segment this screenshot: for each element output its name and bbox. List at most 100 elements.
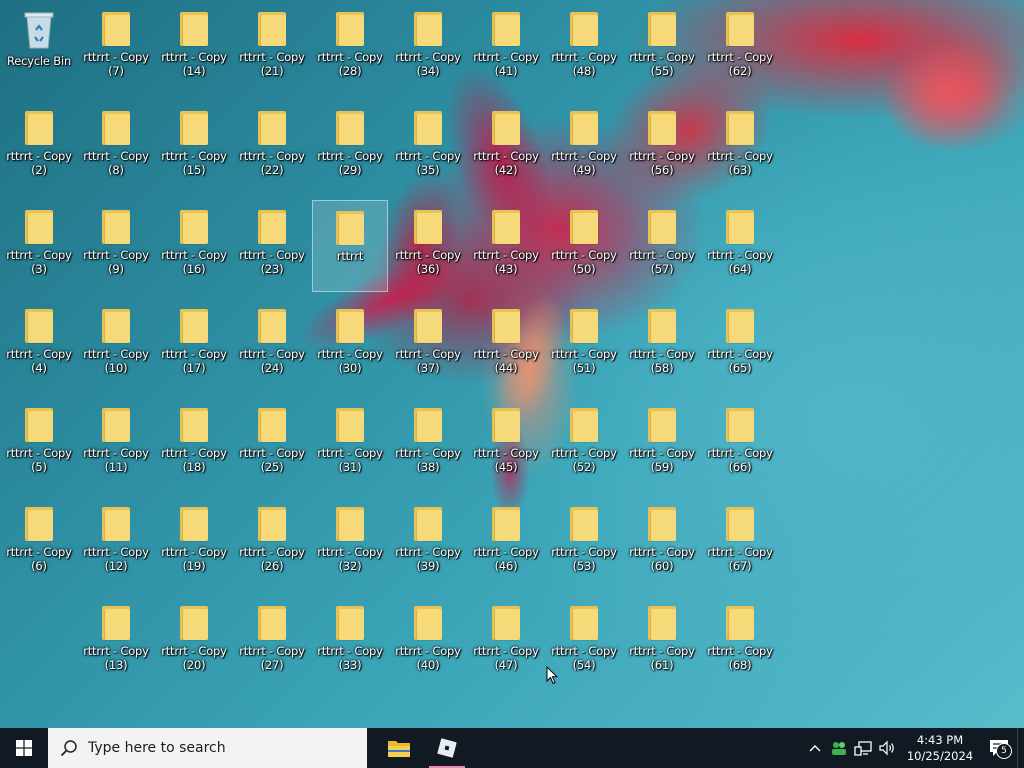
folder-icon xyxy=(414,507,442,541)
desktop-folder-item[interactable]: rttrrt - Copy (53) xyxy=(546,497,622,589)
taskbar-clock[interactable]: 4:43 PM 10/25/2024 xyxy=(905,732,975,764)
desktop-folder-item[interactable]: rttrrt - Copy (10) xyxy=(78,299,154,391)
folder-icon xyxy=(25,111,53,145)
desktop-folder-item[interactable]: rttrrt - Copy (13) xyxy=(78,596,154,688)
desktop-folder-item[interactable]: rttrrt - Copy (55) xyxy=(624,2,700,94)
desktop-folder-item[interactable]: rttrrt - Copy (16) xyxy=(156,200,232,292)
folder-icon xyxy=(414,408,442,442)
start-button[interactable] xyxy=(0,728,48,768)
taskbar-app-file-explorer[interactable] xyxy=(375,728,423,768)
desktop-folder-item[interactable]: rttrrt - Copy (34) xyxy=(390,2,466,94)
desktop-folder-item[interactable]: rttrrt - Copy (47) xyxy=(468,596,544,688)
desktop-folder-item[interactable]: rttrrt - Copy (42) xyxy=(468,101,544,193)
folder-icon xyxy=(258,408,286,442)
desktop-folder-item[interactable]: rttrrt - Copy (64) xyxy=(702,200,778,292)
desktop-folder-item[interactable]: rttrrt - Copy (31) xyxy=(312,398,388,490)
desktop-folder-item[interactable]: rttrrt - Copy (61) xyxy=(624,596,700,688)
desktop-folder-item[interactable]: rttrrt - Copy (60) xyxy=(624,497,700,589)
folder-label: rttrrt - Copy (24) xyxy=(239,347,305,375)
desktop-folder-item[interactable]: rttrrt - Copy (51) xyxy=(546,299,622,391)
folder-label: rttrrt - Copy (28) xyxy=(317,50,383,78)
folder-label: rttrrt - Copy (34) xyxy=(395,50,461,78)
desktop-folder-item[interactable]: rttrrt - Copy (28) xyxy=(312,2,388,94)
desktop[interactable]: Recycle Bin rttrrt - Copy (2) rttrrt - Co… xyxy=(0,0,1024,728)
desktop-folder-item[interactable]: rttrrt - Copy (52) xyxy=(546,398,622,490)
desktop-folder-item[interactable]: rttrrt - Copy (45) xyxy=(468,398,544,490)
desktop-folder-item[interactable]: rttrrt - Copy (58) xyxy=(624,299,700,391)
desktop-folder-item[interactable]: rttrrt - Copy (62) xyxy=(702,2,778,94)
taskbar-search-box[interactable]: Type here to search xyxy=(48,728,367,768)
desktop-folder-item[interactable]: rttrrt - Copy (12) xyxy=(78,497,154,589)
desktop-folder-item[interactable]: rttrrt - Copy (41) xyxy=(468,2,544,94)
desktop-folder-item[interactable]: rttrrt - Copy (57) xyxy=(624,200,700,292)
tray-people-icon-button[interactable] xyxy=(827,728,851,768)
desktop-folder-item[interactable]: rttrrt - Copy (35) xyxy=(390,101,466,193)
desktop-folder-item[interactable]: rttrrt - Copy (39) xyxy=(390,497,466,589)
desktop-folder-item[interactable]: rttrrt - Copy (50) xyxy=(546,200,622,292)
desktop-folder-item[interactable]: rttrrt - Copy (44) xyxy=(468,299,544,391)
desktop-folder-item[interactable]: rttrrt - Copy (67) xyxy=(702,497,778,589)
desktop-folder-item[interactable]: rttrrt - Copy (37) xyxy=(390,299,466,391)
desktop-folder-item[interactable]: rttrrt - Copy (59) xyxy=(624,398,700,490)
desktop-folder-item[interactable]: rttrrt - Copy (18) xyxy=(156,398,232,490)
desktop-folder-item[interactable]: rttrrt - Copy (30) xyxy=(312,299,388,391)
desktop-folder-item[interactable]: rttrrt - Copy (6) xyxy=(1,497,77,589)
action-center-button[interactable]: 5 xyxy=(981,728,1017,768)
desktop-folder-item[interactable]: rttrrt - Copy (49) xyxy=(546,101,622,193)
taskbar-app-roblox[interactable] xyxy=(423,728,471,768)
desktop-folder-item[interactable]: rttrrt - Copy (32) xyxy=(312,497,388,589)
desktop-folder-item[interactable]: rttrrt - Copy (43) xyxy=(468,200,544,292)
folder-icon xyxy=(414,111,442,145)
desktop-folder-item[interactable]: rttrrt - Copy (24) xyxy=(234,299,310,391)
desktop-folder-item[interactable]: rttrrt - Copy (65) xyxy=(702,299,778,391)
desktop-folder-item[interactable]: rttrrt - Copy (63) xyxy=(702,101,778,193)
desktop-folder-item[interactable]: rttrrt - Copy (15) xyxy=(156,101,232,193)
desktop-folder-item[interactable]: rttrrt - Copy (21) xyxy=(234,2,310,94)
desktop-folder-item[interactable]: rttrrt xyxy=(312,200,388,292)
desktop-folder-item[interactable]: rttrrt - Copy (27) xyxy=(234,596,310,688)
folder-label: rttrrt - Copy (35) xyxy=(395,149,461,177)
desktop-folder-item[interactable]: rttrrt - Copy (54) xyxy=(546,596,622,688)
desktop-folder-item[interactable]: rttrrt - Copy (66) xyxy=(702,398,778,490)
desktop-folder-item[interactable]: rttrrt - Copy (8) xyxy=(78,101,154,193)
desktop-folder-item[interactable]: rttrrt - Copy (33) xyxy=(312,596,388,688)
desktop-folder-item[interactable]: rttrrt - Copy (3) xyxy=(1,200,77,292)
folder-label: rttrrt - Copy (55) xyxy=(629,50,695,78)
desktop-folder-item[interactable]: rttrrt - Copy (26) xyxy=(234,497,310,589)
desktop-folder-item[interactable]: rttrrt - Copy (22) xyxy=(234,101,310,193)
desktop-folder-item[interactable]: rttrrt - Copy (14) xyxy=(156,2,232,94)
desktop-folder-item[interactable]: rttrrt - Copy (5) xyxy=(1,398,77,490)
network-button[interactable] xyxy=(851,728,875,768)
desktop-folder-item[interactable]: rttrrt - Copy (17) xyxy=(156,299,232,391)
desktop-folder-item[interactable]: rttrrt - Copy (20) xyxy=(156,596,232,688)
desktop-folder-item[interactable]: rttrrt - Copy (4) xyxy=(1,299,77,391)
folder-label: rttrrt - Copy (16) xyxy=(161,248,227,276)
folder-label: rttrrt - Copy (31) xyxy=(317,446,383,474)
desktop-folder-item[interactable]: rttrrt - Copy (38) xyxy=(390,398,466,490)
show-hidden-icons-button[interactable] xyxy=(803,728,827,768)
desktop-folder-item[interactable]: rttrrt - Copy (2) xyxy=(1,101,77,193)
show-desktop-button[interactable] xyxy=(1017,728,1024,768)
desktop-folder-item[interactable]: rttrrt - Copy (9) xyxy=(78,200,154,292)
desktop-folder-item[interactable]: rttrrt - Copy (29) xyxy=(312,101,388,193)
volume-button[interactable] xyxy=(875,728,899,768)
desktop-folder-item[interactable]: rttrrt - Copy (40) xyxy=(390,596,466,688)
folder-icon xyxy=(570,309,598,343)
desktop-folder-item[interactable]: rttrrt - Copy (23) xyxy=(234,200,310,292)
desktop-folder-item[interactable]: rttrrt - Copy (56) xyxy=(624,101,700,193)
desktop-folder-item[interactable]: rttrrt - Copy (25) xyxy=(234,398,310,490)
folder-icon xyxy=(492,507,520,541)
desktop-folder-item[interactable]: rttrrt - Copy (11) xyxy=(78,398,154,490)
desktop-folder-item[interactable]: rttrrt - Copy (7) xyxy=(78,2,154,94)
folder-icon xyxy=(336,309,364,343)
desktop-folder-item[interactable]: rttrrt - Copy (68) xyxy=(702,596,778,688)
desktop-folder-item[interactable]: rttrrt - Copy (46) xyxy=(468,497,544,589)
desktop-folder-item[interactable]: rttrrt - Copy (19) xyxy=(156,497,232,589)
desktop-folder-item[interactable]: rttrrt - Copy (48) xyxy=(546,2,622,94)
folder-icon xyxy=(648,309,676,343)
desktop-folder-item[interactable]: rttrrt - Copy (36) xyxy=(390,200,466,292)
windows-logo-icon xyxy=(16,740,32,756)
folder-label: rttrrt - Copy (53) xyxy=(551,545,617,573)
recycle-bin[interactable]: Recycle Bin xyxy=(1,2,77,94)
folder-icon xyxy=(492,12,520,46)
